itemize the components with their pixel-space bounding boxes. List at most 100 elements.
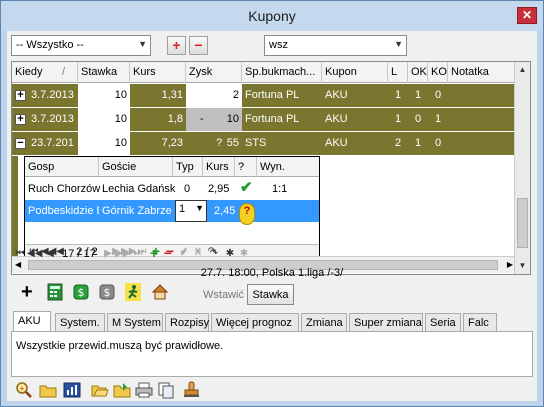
prev-record-icon[interactable]: ◀ [43,248,57,259]
tab-zmiana[interactable]: Zmiana [301,313,347,331]
home-icon[interactable] [151,283,169,301]
money-gray-icon[interactable]: $ [99,283,117,301]
folder-icon[interactable] [39,381,57,399]
coupon-row[interactable]: + 3.7.2013 10 1,31 2 Fortuna PL AKU 1 1 … [12,84,517,108]
cell-ok: 0 [415,113,422,125]
cancel-record-icon[interactable]: ✕ [191,248,205,259]
cancel-update-icon[interactable]: ✱ [237,248,251,259]
cell-ok: 1 [415,137,422,149]
tab-falc[interactable]: Falc [463,313,497,331]
cell-zysk: ? 55 [186,132,242,155]
match-status: 27.7. 18:00, Polska 1.liga /-3/ [200,267,344,279]
insert-record-icon[interactable]: + [147,245,161,261]
add-coupon-button[interactable]: + [167,36,186,55]
cell-stawka[interactable]: 10 [78,132,130,155]
check-icon: ✔ [240,179,253,196]
tab-seria[interactable]: Seria [425,313,461,331]
collapse-icon[interactable]: − [15,138,26,149]
cell-gosp: Podbeskidzie Bi [28,205,99,217]
cell-stawka[interactable]: 10 [78,84,130,107]
col-wyn[interactable]: Wyn. [257,157,319,177]
zysk-sign: - [200,113,204,125]
col-kurs[interactable]: Kurs [203,157,235,177]
col-notatka[interactable]: Notatka [448,62,517,83]
cell-kiedy: 3.7.2013 [31,89,74,101]
col-stawka[interactable]: Stawka [78,62,130,83]
cell-kupon: AKU [325,89,348,101]
typ-select-value: 1 [179,203,186,215]
col-ko[interactable]: KO [428,62,448,83]
col-zysk[interactable]: Zysk [186,62,242,83]
vertical-scrollbar[interactable]: ▲ ▼ [514,62,530,274]
vscroll-thumb[interactable] [517,198,528,248]
magnifier-icon[interactable]: + [15,381,33,399]
remove-coupon-button[interactable]: − [189,36,208,55]
cell-bukmacher: Fortuna PL [245,113,300,125]
col-bukmacher[interactable]: Sp.bukmach... [242,62,322,83]
money-green-icon[interactable]: $ [73,283,91,301]
document-copy-icon[interactable] [157,381,175,399]
last-record-icon[interactable]: ⏭ [131,248,145,259]
cell-l: 1 [395,89,402,101]
post-record-icon[interactable]: ✔ [177,248,191,259]
coupon-row[interactable]: − 23.7.201 10 7,23 ? 55 STS AKU 2 1 0 [12,132,517,156]
tab-m-system[interactable]: M System [107,313,163,331]
next-page-icon[interactable]: ▶▶ [115,248,130,259]
cell-kiedy: 23.7.201 [31,137,74,149]
tab-wiecej-prognoz[interactable]: Więcej prognoz [211,313,299,331]
match-row[interactable]: Ruch Chorzów Lechia Gdańsk 0 2,95 ✔ 1:1 [25,178,319,200]
col-typ[interactable]: Typ [173,157,203,177]
save-folder-icon[interactable] [113,381,131,399]
next-record-icon[interactable]: ▶ [101,248,115,259]
chart-icon[interactable] [63,381,81,399]
cell-zysk: - 10 [186,108,242,131]
tab-super-zmiana[interactable]: Super zmiana [349,313,423,331]
delete-record-icon[interactable]: − [161,245,175,261]
coupon-row[interactable]: + 3.7.2013 10 1,8 - 10 Fortuna PL AKU 1 … [12,108,517,132]
tab-aku[interactable]: AKU [13,311,51,332]
type-value: wsz [269,39,288,51]
scroll-up-icon[interactable]: ▲ [515,62,530,78]
add-icon[interactable]: + [21,282,39,302]
first-record-icon[interactable]: ⏮ [13,248,27,259]
col-gosp[interactable]: Gosp [25,157,99,177]
close-button[interactable]: ✕ [517,7,537,24]
cell-kurs: 7,23 [161,137,183,149]
hand-stamp-icon[interactable] [183,381,201,399]
cell-ko: 1 [435,113,442,125]
type-select[interactable]: wsz ▼ [264,35,407,56]
prev-page-icon[interactable]: ◀◀ [27,248,42,259]
cell-typ[interactable]: 0 [181,178,203,200]
col-status[interactable]: ? [235,157,257,177]
col-kupon[interactable]: Kupon [322,62,388,83]
main-position: 17 / 17 [62,248,96,260]
kupony-window: Kupony ✕ -- Wszystko -- ▼ + − wsz ▼ Kied… [0,0,544,407]
window-title: Kupony [248,8,296,24]
svg-text:$: $ [104,286,111,299]
col-kurs[interactable]: Kurs [130,62,186,83]
expand-icon[interactable]: + [15,114,26,125]
chevron-down-icon: ▼ [138,39,147,49]
filter-select[interactable]: -- Wszystko -- ▼ [11,35,151,56]
cell-wyn: 1:1 [272,183,288,195]
runner-icon[interactable] [125,283,143,301]
tab-rozpisy[interactable]: Rozpisy [165,313,209,331]
col-l[interactable]: L [388,62,408,83]
tab-system[interactable]: System. [55,313,105,331]
match-row[interactable]: Podbeskidzie Bi Górnik Zabrze 1 ▼ 2,45 ? [25,200,319,225]
calculator-icon[interactable] [47,283,65,301]
question-icon: ? [239,203,255,225]
refresh-icon[interactable]: ↷ [207,248,221,259]
print-icon[interactable] [135,381,153,399]
col-ok[interactable]: OK [408,62,428,83]
typ-select[interactable]: 1 ▼ [175,200,207,222]
cell-stawka[interactable]: 10 [78,108,130,131]
open-folder-icon[interactable] [91,381,109,399]
bet-type-tabs: AKU System. M System Rozpisy Więcej prog… [11,311,533,332]
expand-icon[interactable]: + [15,90,26,101]
apply-update-icon[interactable]: ✱ [223,248,237,259]
cell-goscie: Górnik Zabrze [102,205,172,217]
col-kiedy[interactable]: Kiedy / [12,62,78,83]
col-goscie[interactable]: Goście [99,157,173,177]
insert-stawka-button[interactable]: Stawka [247,284,294,305]
